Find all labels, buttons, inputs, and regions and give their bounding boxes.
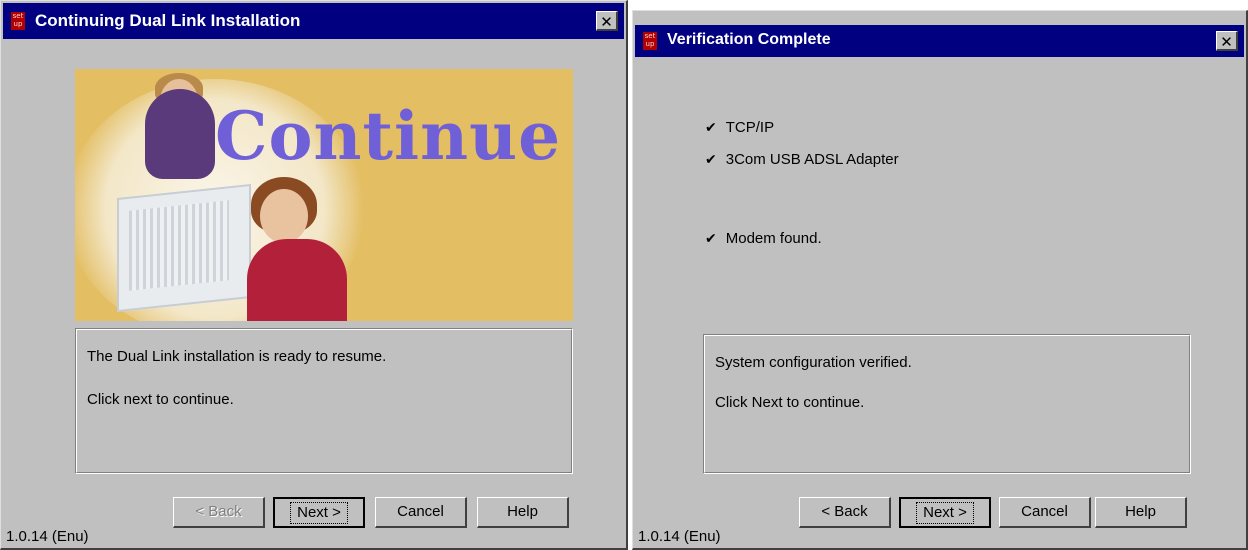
cancel-button[interactable]: Cancel (999, 497, 1091, 528)
dialog1-title: Continuing Dual Link Installation (35, 11, 301, 30)
dialog1-version: 1.0.14 (Enu) (6, 528, 89, 545)
help-button[interactable]: Help (477, 497, 569, 528)
check-label: Modem found. (725, 230, 822, 247)
dialog1-message-line1: The Dual Link installation is ready to r… (87, 348, 387, 365)
checkmark-icon: ✔ (705, 120, 717, 136)
back-button[interactable]: < Back (799, 497, 891, 528)
help-button[interactable]: Help (1095, 497, 1187, 528)
setup-icon: set up (643, 32, 657, 50)
dialog2-titlebar[interactable]: set up Verification Complete ✕ (635, 25, 1244, 57)
check-item: ✔ Modem found. (705, 230, 822, 247)
check-item: ✔ 3Com USB ADSL Adapter (705, 151, 899, 168)
dialog2-version: 1.0.14 (Enu) (638, 528, 721, 545)
dialog2-title: Verification Complete (667, 31, 831, 48)
dialog2-message-line1: System configuration verified. (715, 354, 912, 371)
back-button[interactable]: < Back (173, 497, 265, 528)
continuing-installation-dialog: set up Continuing Dual Link Installation… (0, 0, 628, 550)
next-button[interactable]: Next > (273, 497, 365, 528)
cancel-button[interactable]: Cancel (375, 497, 467, 528)
check-item: ✔ TCP/IP (705, 119, 774, 136)
checkmark-icon: ✔ (705, 152, 717, 168)
dialog1-message-line2: Click next to continue. (87, 391, 234, 408)
check-label: TCP/IP (725, 119, 775, 136)
checkmark-icon: ✔ (705, 231, 717, 247)
dialog2-message-line2: Click Next to continue. (715, 394, 865, 411)
close-icon[interactable]: ✕ (596, 11, 618, 31)
close-icon[interactable]: ✕ (1216, 31, 1238, 51)
dialog1-message-box: The Dual Link installation is ready to r… (75, 328, 573, 474)
next-button[interactable]: Next > (899, 497, 991, 528)
dialog2-message-box: System configuration verified. Click Nex… (703, 334, 1191, 474)
setup-icon: set up (11, 12, 25, 30)
verification-complete-dialog: set up Verification Complete ✕ ✔ TCP/IP ✔… (632, 10, 1248, 550)
banner-word: Continue (215, 97, 562, 175)
check-label: 3Com USB ADSL Adapter (725, 151, 899, 168)
dialog1-titlebar[interactable]: set up Continuing Dual Link Installation… (3, 3, 624, 39)
continue-banner-image: Continue (75, 69, 573, 321)
